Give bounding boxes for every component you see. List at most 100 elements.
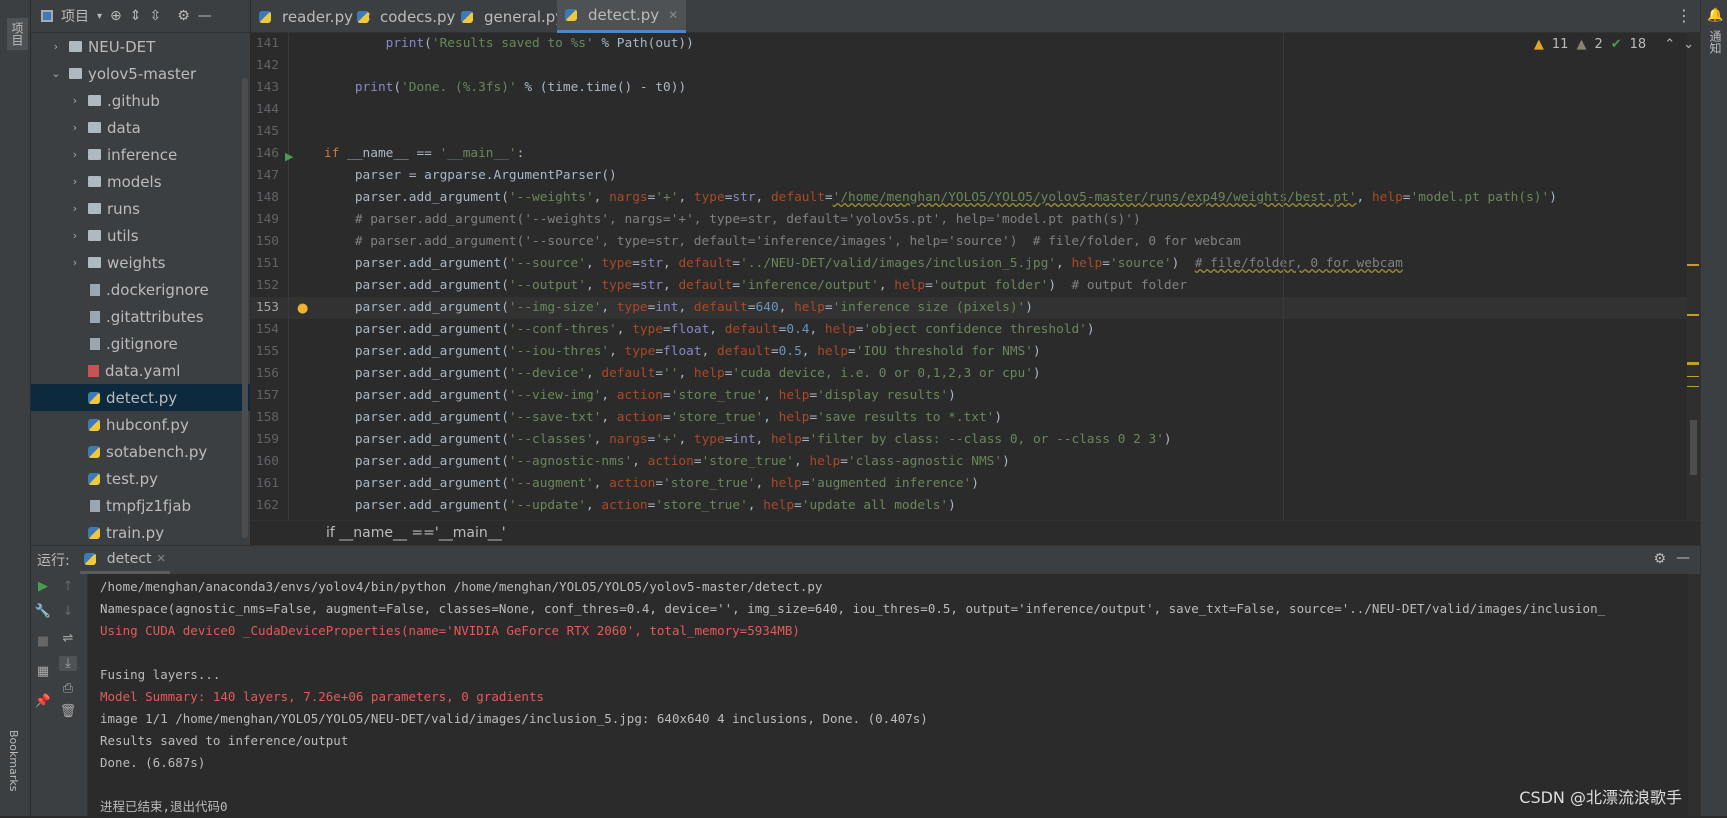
error-stripe-mark[interactable] bbox=[1687, 376, 1699, 377]
line-number: 150 bbox=[255, 234, 279, 249]
pin-icon[interactable]: 📌 bbox=[34, 694, 52, 709]
console-scrollbar[interactable] bbox=[1688, 574, 1700, 816]
run-gutter-icon[interactable]: ▶ bbox=[285, 150, 293, 163]
hide-icon[interactable]: — bbox=[198, 8, 212, 24]
inspection-widget[interactable]: ▲ 11 ▲ 2 ✔ 18 ⌃ ⌄ bbox=[1534, 37, 1694, 52]
previous-highlight-icon[interactable]: ⌃ bbox=[1664, 37, 1675, 52]
chevron-right-icon[interactable]: › bbox=[68, 121, 82, 134]
code-line[interactable]: 158 parser.add_argument('--save-txt', ac… bbox=[251, 407, 1700, 429]
chevron-right-icon[interactable]: › bbox=[68, 94, 82, 107]
print-icon[interactable]: ⎙ bbox=[59, 681, 77, 696]
code-editor[interactable]: ▲ 11 ▲ 2 ✔ 18 ⌃ ⌄ 141 print('Results saved … bbox=[251, 33, 1700, 520]
tree-item[interactable]: .gitignore bbox=[31, 330, 250, 357]
code-line[interactable]: 141 print('Results saved to %s' % Path(o… bbox=[251, 33, 1700, 55]
editor-scrollbar[interactable] bbox=[1687, 33, 1700, 520]
code-line[interactable]: 143 print('Done. (%.3fs)' % (time.time()… bbox=[251, 77, 1700, 99]
sidebar-title[interactable]: 项目 bbox=[61, 6, 89, 26]
tree-item[interactable]: › inference bbox=[31, 141, 250, 168]
chevron-right-icon[interactable]: › bbox=[68, 229, 82, 242]
soft-wrap-icon[interactable]: ⇌ bbox=[59, 631, 77, 646]
tree-item[interactable]: train.py bbox=[31, 519, 250, 546]
code-line[interactable]: 145 bbox=[251, 121, 1700, 143]
code-line[interactable]: 159 parser.add_argument('--classes', nar… bbox=[251, 429, 1700, 451]
tree-item[interactable]: test.py bbox=[31, 465, 250, 492]
code-line[interactable]: 162 parser.add_argument('--update', acti… bbox=[251, 495, 1700, 517]
notifications-tool-button[interactable]: 通知 bbox=[1707, 30, 1724, 54]
close-icon[interactable]: ✕ bbox=[157, 552, 166, 565]
code-line[interactable]: 148 parser.add_argument('--weights', nar… bbox=[251, 187, 1700, 209]
code-line[interactable]: 154 parser.add_argument('--conf-thres', … bbox=[251, 319, 1700, 341]
up-arrow-icon[interactable]: ↑ bbox=[59, 579, 77, 594]
run-panel-header: 运行: detect ✕ ⚙ — bbox=[31, 546, 1700, 574]
code-line[interactable]: 146 if __name__ == '__main__': bbox=[251, 143, 1700, 165]
tree-item[interactable]: .gitattributes bbox=[31, 303, 250, 330]
code-line[interactable]: 144 bbox=[251, 99, 1700, 121]
tree-item[interactable]: › runs bbox=[31, 195, 250, 222]
tree-item[interactable]: › models bbox=[31, 168, 250, 195]
code-line[interactable]: 156 parser.add_argument('--device', defa… bbox=[251, 363, 1700, 385]
bookmarks-tool-button[interactable]: Bookmarks bbox=[7, 730, 20, 791]
tab-detect-py[interactable]: detect.py ✕ bbox=[557, 0, 687, 33]
more-icon[interactable]: ⋮ bbox=[1676, 6, 1692, 25]
tree-item[interactable]: › weights bbox=[31, 249, 250, 276]
tree-item[interactable]: ⌄ yolov5-master bbox=[31, 60, 250, 87]
code-line[interactable]: 160 parser.add_argument('--agnostic-nms'… bbox=[251, 451, 1700, 473]
scroll-to-end-icon[interactable]: ⤓ bbox=[59, 656, 77, 671]
chevron-down-icon[interactable]: ⌄ bbox=[49, 67, 63, 80]
sidebar-scrollbar[interactable] bbox=[242, 78, 248, 538]
tree-item[interactable]: sotabench.py bbox=[31, 438, 250, 465]
tree-item[interactable]: › .github bbox=[31, 87, 250, 114]
tree-item-label: .dockerignore bbox=[106, 280, 209, 299]
bell-icon[interactable]: 🔔 bbox=[1707, 8, 1723, 23]
hide-icon[interactable]: — bbox=[1676, 550, 1690, 566]
code-line[interactable]: 150 # parser.add_argument('--source', ty… bbox=[251, 231, 1700, 253]
code-line[interactable]: 155 parser.add_argument('--iou-thres', t… bbox=[251, 341, 1700, 363]
next-highlight-icon[interactable]: ⌄ bbox=[1683, 37, 1694, 52]
scrollbar-thumb[interactable] bbox=[1690, 420, 1697, 475]
tree-item[interactable]: detect.py bbox=[31, 384, 250, 411]
code-line[interactable]: 153 parser.add_argument('--img-size', ty… bbox=[251, 297, 1700, 319]
rerun-icon[interactable]: ▶ bbox=[34, 579, 52, 594]
tree-item[interactable]: › utils bbox=[31, 222, 250, 249]
trash-icon[interactable]: 🗑 bbox=[59, 704, 77, 719]
run-tab-detect[interactable]: detect ✕ bbox=[79, 546, 170, 574]
chevron-down-icon[interactable]: ▾ bbox=[97, 11, 102, 22]
gear-icon[interactable]: ⚙ bbox=[177, 8, 190, 24]
tree-item[interactable]: › NEU-DET bbox=[31, 33, 250, 60]
code-line[interactable]: 157 parser.add_argument('--view-img', ac… bbox=[251, 385, 1700, 407]
expand-all-icon[interactable]: ⇕ bbox=[130, 8, 142, 24]
gear-icon[interactable]: ⚙ bbox=[1653, 551, 1666, 567]
code-line[interactable]: 147 parser = argparse.ArgumentParser() bbox=[251, 165, 1700, 187]
code-line[interactable]: 151 parser.add_argument('--source', type… bbox=[251, 253, 1700, 275]
code-line[interactable]: 161 parser.add_argument('--augment', act… bbox=[251, 473, 1700, 495]
tree-item[interactable]: hubconf.py bbox=[31, 411, 250, 438]
error-stripe-mark[interactable] bbox=[1687, 264, 1699, 266]
error-stripe-mark[interactable] bbox=[1687, 386, 1699, 387]
breadcrumb[interactable]: if __name__ =='__main__' bbox=[251, 520, 1700, 545]
tree-item[interactable]: tmpfjz1fjab bbox=[31, 492, 250, 519]
chevron-right-icon[interactable]: › bbox=[68, 256, 82, 269]
chevron-right-icon[interactable]: › bbox=[49, 40, 63, 53]
locate-icon[interactable]: ⊕ bbox=[110, 8, 122, 24]
code-line[interactable]: 142 bbox=[251, 55, 1700, 77]
code-token: int bbox=[655, 300, 679, 315]
error-stripe-mark[interactable] bbox=[1687, 314, 1699, 316]
lightbulb-icon[interactable]: ● bbox=[297, 301, 308, 316]
collapse-all-icon[interactable]: ⇳ bbox=[150, 8, 162, 24]
tree-item[interactable]: data.yaml bbox=[31, 357, 250, 384]
python-file-icon bbox=[88, 391, 100, 404]
project-tool-button[interactable]: 项目 bbox=[7, 18, 28, 50]
layout-icon[interactable]: ▦ bbox=[34, 664, 52, 679]
chevron-right-icon[interactable]: › bbox=[68, 148, 82, 161]
chevron-right-icon[interactable]: › bbox=[68, 175, 82, 188]
close-icon[interactable]: ✕ bbox=[668, 8, 678, 22]
wrench-icon[interactable]: 🔧 bbox=[34, 604, 52, 619]
code-line[interactable]: 152 parser.add_argument('--output', type… bbox=[251, 275, 1700, 297]
down-arrow-icon[interactable]: ↓ bbox=[59, 604, 77, 619]
error-stripe-mark[interactable] bbox=[1687, 362, 1699, 365]
stop-icon[interactable]: ■ bbox=[34, 634, 52, 649]
tree-item[interactable]: › data bbox=[31, 114, 250, 141]
chevron-right-icon[interactable]: › bbox=[68, 202, 82, 215]
code-line[interactable]: 149 # parser.add_argument('--weights', n… bbox=[251, 209, 1700, 231]
tree-item[interactable]: .dockerignore bbox=[31, 276, 250, 303]
